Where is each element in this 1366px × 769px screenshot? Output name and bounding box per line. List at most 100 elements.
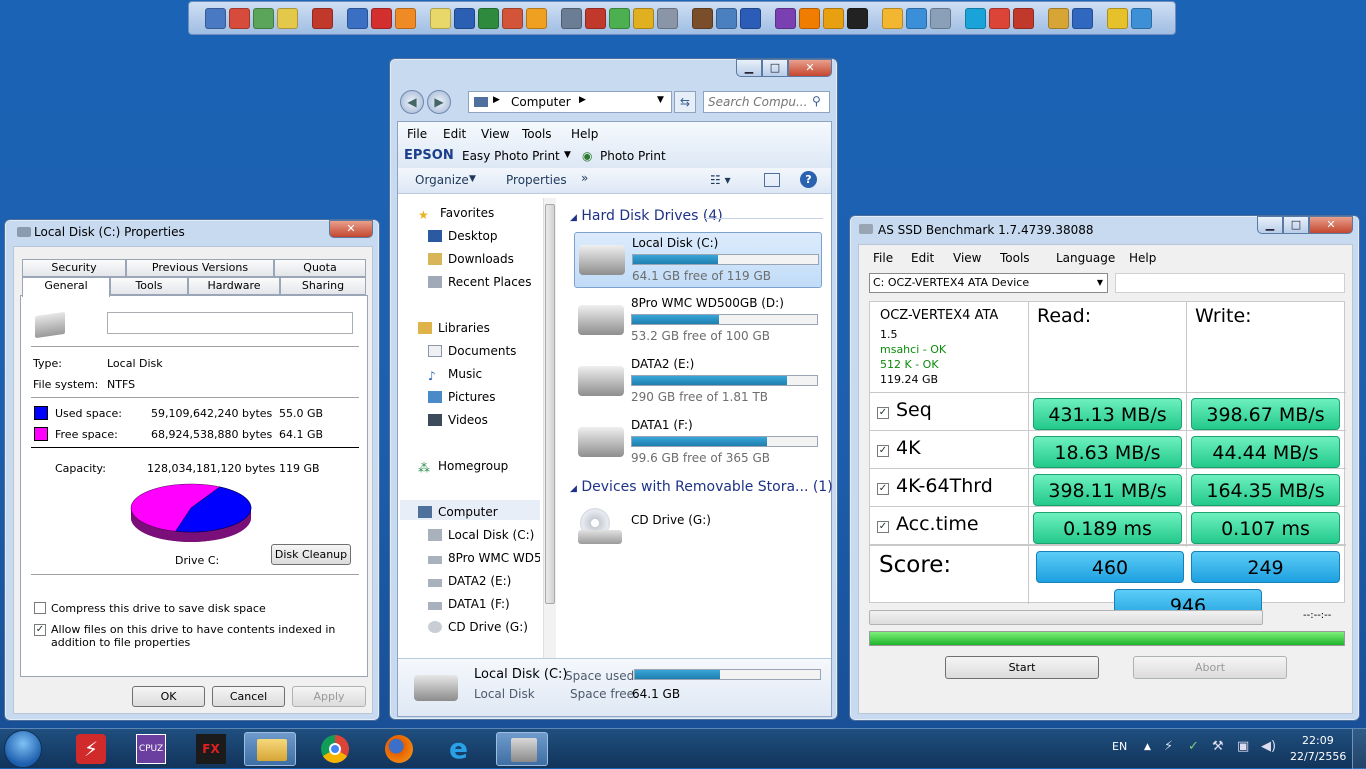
drive-green-icon[interactable] <box>609 7 630 29</box>
menu-edit[interactable]: Edit <box>443 127 466 141</box>
abort-button[interactable]: Abort <box>1133 656 1287 679</box>
ok-button[interactable]: OK <box>132 686 205 707</box>
nav-recent-places[interactable]: Recent Places <box>428 275 531 289</box>
menu-language[interactable]: Language <box>1056 251 1115 265</box>
linux-icon[interactable] <box>277 7 298 29</box>
menu-view[interactable]: View <box>481 127 509 141</box>
drive-red-icon[interactable] <box>585 7 606 29</box>
tab-hardware[interactable]: Hardware <box>188 277 280 295</box>
easy-photo-print-button[interactable]: Easy Photo Print <box>462 149 560 163</box>
taskbar-cpuz-icon[interactable]: CPUZ <box>124 732 176 766</box>
more-commands-button[interactable]: » <box>581 171 588 185</box>
tab-tools[interactable]: Tools <box>110 277 188 295</box>
menu-help[interactable]: Help <box>1129 251 1156 265</box>
record-icon[interactable] <box>1013 7 1034 29</box>
taskbar-assd-icon[interactable] <box>496 732 548 766</box>
disk-cleanup-button[interactable]: Disk Cleanup <box>271 544 351 565</box>
menu-tools[interactable]: Tools <box>1000 251 1030 265</box>
nav-libraries[interactable]: Libraries <box>418 321 490 335</box>
monitor-icon[interactable] <box>205 7 226 29</box>
card-icon[interactable] <box>347 7 368 29</box>
close-button[interactable]: ✕ <box>1309 216 1353 234</box>
nav-drive-d[interactable]: 8Pro WMC WD5 <box>428 551 540 565</box>
apply-button[interactable]: Apply <box>292 686 366 707</box>
volume-label-input[interactable] <box>107 312 353 334</box>
safari-icon[interactable] <box>1131 7 1152 29</box>
nav-videos[interactable]: Videos <box>428 413 488 427</box>
vlc-icon[interactable] <box>799 7 820 29</box>
test-checkbox[interactable]: ✓ <box>877 407 889 419</box>
winamp-icon[interactable] <box>823 7 844 29</box>
photo-print-button[interactable]: Photo Print <box>600 149 666 163</box>
close-button[interactable]: ✕ <box>329 220 373 238</box>
tab-sharing[interactable]: Sharing <box>280 277 366 295</box>
view-options-icon[interactable]: ☷ ▾ <box>710 173 731 187</box>
nav-downloads[interactable]: Downloads <box>428 252 514 266</box>
skype-icon[interactable] <box>965 7 986 29</box>
nav-drive-c[interactable]: Local Disk (C:) <box>428 528 534 542</box>
menu-tools[interactable]: Tools <box>522 127 552 141</box>
tools-icon[interactable] <box>253 7 274 29</box>
network-icon[interactable]: ▣ <box>1237 739 1249 754</box>
maximize-button[interactable]: □ <box>1283 216 1309 234</box>
drive-tile[interactable]: DATA2 (E:) 290 GB free of 1.81 TB <box>574 354 822 410</box>
start-button[interactable]: Start <box>945 656 1099 679</box>
visual-studio-icon[interactable] <box>775 7 796 29</box>
drive-tile-g[interactable]: CD Drive (G:) <box>574 504 822 560</box>
taskbar-ie-icon[interactable]: e <box>436 732 488 766</box>
media-player-icon[interactable] <box>740 7 761 29</box>
notes-icon[interactable] <box>430 7 451 29</box>
taskbar-explorer-icon[interactable] <box>244 732 296 766</box>
folder-icon[interactable] <box>1048 7 1069 29</box>
tool-icon[interactable]: ⚒ <box>1212 739 1224 754</box>
usb-icon[interactable]: ⚡ <box>1164 739 1173 754</box>
taskbar-chrome-icon[interactable] <box>308 732 360 766</box>
drive-tile[interactable]: DATA1 (F:) 99.6 GB free of 365 GB <box>574 415 822 471</box>
bird-icon[interactable] <box>906 7 927 29</box>
network-icon[interactable] <box>229 7 250 29</box>
chrome-icon[interactable] <box>989 7 1010 29</box>
drive-gray-icon[interactable] <box>657 7 678 29</box>
show-desktop-button[interactable] <box>1352 729 1366 769</box>
taskbar-amd-icon[interactable]: FX <box>184 732 236 766</box>
minimize-button[interactable]: ▁ <box>736 59 762 77</box>
nav-desktop[interactable]: Desktop <box>428 229 498 243</box>
nav-scrollbar[interactable] <box>543 198 556 658</box>
tab-previous-versions[interactable]: Previous Versions <box>126 259 274 277</box>
clock-date[interactable]: 22/7/2556 <box>1290 750 1346 763</box>
tiki-icon[interactable] <box>692 7 713 29</box>
gallery-icon[interactable] <box>716 7 737 29</box>
powerpoint-icon[interactable] <box>502 7 523 29</box>
taskbar-flash-icon[interactable]: ⚡ <box>64 732 116 766</box>
refresh-icon[interactable]: ⇆ <box>674 91 696 113</box>
minimize-button[interactable]: ▁ <box>1257 216 1283 234</box>
taskbar-firefox-icon[interactable] <box>372 732 424 766</box>
removable-group-header[interactable]: ◢ Devices with Removable Stora... (1) <box>570 479 833 495</box>
nav-favorites[interactable]: ★ Favorites <box>418 206 494 222</box>
menu-view[interactable]: View <box>953 251 981 265</box>
drive-tile[interactable]: 8Pro WMC WD500GB (D:) 53.2 GB free of 10… <box>574 293 822 349</box>
menu-edit[interactable]: Edit <box>911 251 934 265</box>
device-select[interactable]: C: OCZ-VERTEX4 ATA Device ▼ <box>869 273 1108 293</box>
security-icon[interactable]: ✓ <box>1188 739 1199 754</box>
pdf-icon[interactable] <box>371 7 392 29</box>
menu-file[interactable]: File <box>407 127 427 141</box>
nav-drive-e[interactable]: DATA2 (E:) <box>428 574 511 588</box>
back-button[interactable]: ◀ <box>400 90 424 114</box>
test-checkbox[interactable]: ✓ <box>877 521 889 533</box>
clock-time[interactable]: 22:09 <box>1302 734 1334 747</box>
chevron-down-icon[interactable]: ▼ <box>564 150 571 160</box>
forward-button[interactable]: ▶ <box>427 90 451 114</box>
test-checkbox[interactable]: ✓ <box>877 445 889 457</box>
help-icon[interactable]: ? <box>800 171 817 188</box>
nav-drive-g[interactable]: CD Drive (G:) <box>428 620 528 634</box>
excel-icon[interactable] <box>478 7 499 29</box>
dictionary-icon[interactable] <box>312 7 333 29</box>
play-icon[interactable] <box>1072 7 1093 29</box>
image-viewer-icon[interactable] <box>395 7 416 29</box>
properties-button[interactable]: Properties <box>506 173 567 187</box>
close-button[interactable]: ✕ <box>788 59 832 77</box>
menu-file[interactable]: File <box>873 251 893 265</box>
test-checkbox[interactable]: ✓ <box>877 483 889 495</box>
organize-button[interactable]: Organize <box>415 173 469 187</box>
